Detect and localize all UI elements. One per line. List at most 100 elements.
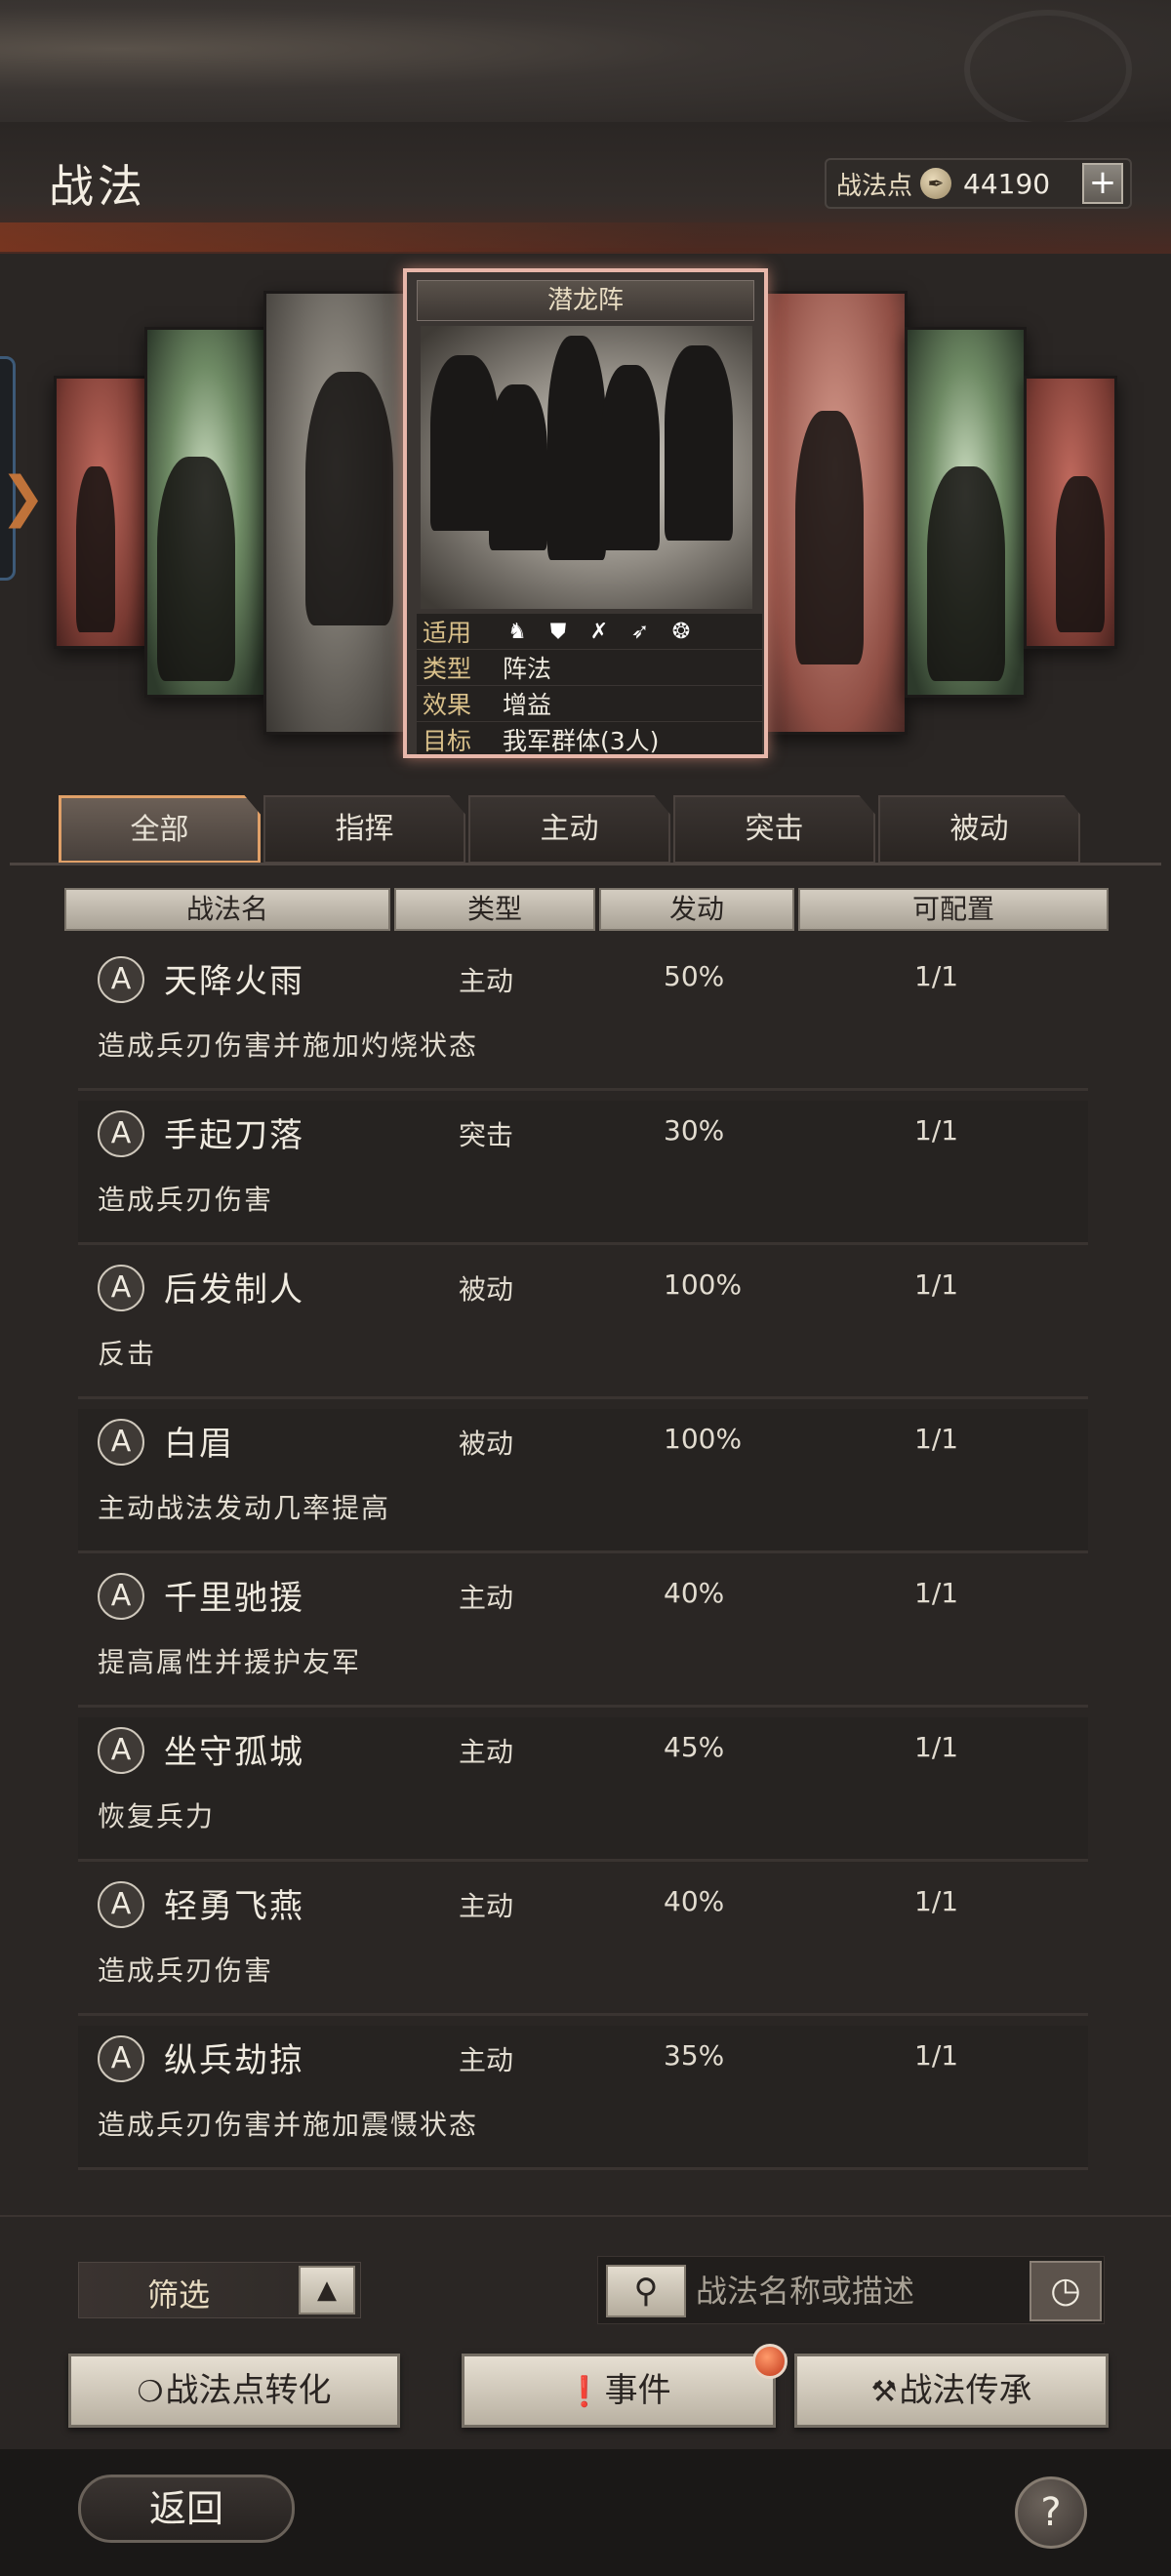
skill-name: 千里驰援 <box>164 1579 304 1618</box>
list-item[interactable]: A 千里驰援 主动 40% 1/1 提高属性并援护友军 <box>78 1563 1088 1708</box>
carousel-card[interactable] <box>763 291 908 735</box>
skill-description: 反击 <box>98 1338 157 1370</box>
skill-config: 1/1 <box>914 1423 959 1455</box>
hammer-icon: ⚒ <box>870 2375 898 2409</box>
featured-card-art <box>421 326 752 609</box>
points-label: 战法点 <box>836 171 913 201</box>
skill-config: 1/1 <box>914 1268 959 1301</box>
skill-config: 1/1 <box>914 2039 959 2072</box>
skill-name: 白眉 <box>164 1425 234 1464</box>
featured-card-title: 潜龙阵 <box>417 280 754 321</box>
add-points-button[interactable]: + <box>1082 163 1124 204</box>
tactic-point-icon: ✒ <box>920 168 952 199</box>
cavalry-icon: ♞ <box>507 619 527 644</box>
convert-points-button[interactable]: ❍战法点转化 <box>68 2354 400 2428</box>
skill-config: 1/1 <box>914 960 959 992</box>
info-row-effect: 效果 增益 <box>417 686 762 721</box>
list-item[interactable]: A 天降火雨 主动 50% 1/1 造成兵刃伤害并施加灼烧状态 <box>78 946 1088 1091</box>
carousel-card[interactable] <box>144 327 266 698</box>
events-button[interactable]: ❗事件 <box>462 2354 776 2428</box>
skill-description: 提高属性并援护友军 <box>98 1646 362 1678</box>
alert-icon: ❗ <box>566 2375 603 2409</box>
skill-type: 被动 <box>459 1428 514 1460</box>
inherit-tactic-label: 战法传承 <box>899 2371 1032 2410</box>
skill-rate: 45% <box>664 1731 725 1763</box>
grade-a-icon: A <box>98 956 144 1003</box>
tactic-list[interactable]: A 天降火雨 主动 50% 1/1 造成兵刃伤害并施加灼烧状态 A 手起刀落 突… <box>0 946 1171 2205</box>
shield-icon: ⛊ <box>549 619 567 644</box>
tab-passive[interactable]: 被动 <box>878 795 1080 864</box>
list-item[interactable]: A 纵兵劫掠 主动 35% 1/1 造成兵刃伤害并施加震慑状态 <box>78 2026 1088 2170</box>
skill-name: 坐守孤城 <box>164 1733 304 1772</box>
events-label: 事件 <box>604 2371 671 2410</box>
tabs-divider <box>10 863 1161 865</box>
featured-tactic-card[interactable]: 潜龙阵 适用 ♞ ⛊ ✗ ➶ ❂ 类型 阵法 效果 增益 目标 我军群体(3人) <box>403 268 768 758</box>
help-button[interactable]: ? <box>1015 2476 1087 2549</box>
info-row-applicable: 适用 ♞ ⛊ ✗ ➶ ❂ <box>417 614 762 649</box>
skill-type: 被动 <box>459 1273 514 1306</box>
bow-icon: ✗ <box>589 619 609 644</box>
skill-description: 造成兵刃伤害 <box>98 1954 274 1987</box>
inherit-tactic-button[interactable]: ⚒战法传承 <box>794 2354 1109 2428</box>
tab-active[interactable]: 主动 <box>468 795 670 864</box>
info-row-type: 类型 阵法 <box>417 650 762 685</box>
unit-icons: ♞ ⛊ ✗ ➶ ❂ <box>495 617 696 646</box>
clock-icon: ◷ <box>1050 2271 1081 2311</box>
skill-type: 突击 <box>459 1119 514 1151</box>
column-header-type[interactable]: 类型 <box>394 888 595 931</box>
carousel-card[interactable] <box>1024 376 1117 649</box>
filter-toggle-button[interactable]: ▲ <box>299 2266 355 2314</box>
notification-dot <box>752 2344 787 2379</box>
skill-config: 1/1 <box>914 1114 959 1147</box>
skill-rate: 35% <box>664 2039 725 2072</box>
featured-card-info: 适用 ♞ ⛊ ✗ ➶ ❂ 类型 阵法 效果 增益 目标 我军群体(3人) <box>417 614 762 755</box>
list-item[interactable]: A 轻勇飞燕 主动 40% 1/1 造成兵刃伤害 <box>78 1872 1088 2016</box>
list-item[interactable]: A 坐守孤城 主动 45% 1/1 恢复兵力 <box>78 1717 1088 1862</box>
tab-assault[interactable]: 突击 <box>673 795 875 864</box>
filter-control[interactable]: 筛选 ▲ <box>78 2262 361 2318</box>
search-bar: ⚲ ◷ <box>597 2256 1105 2324</box>
column-header-name[interactable]: 战法名 <box>64 888 390 931</box>
info-key: 效果 <box>423 691 472 719</box>
carousel-card[interactable] <box>54 376 147 649</box>
page-title: 战法 <box>49 160 146 213</box>
tab-command[interactable]: 指挥 <box>263 795 465 864</box>
column-headers: 战法名 类型 发动 可配置 <box>64 888 1109 933</box>
carousel-card[interactable] <box>263 291 408 735</box>
header-glow <box>0 222 1171 252</box>
skill-description: 造成兵刃伤害并施加震慑状态 <box>98 2109 479 2141</box>
skill-type: 主动 <box>459 1736 514 1768</box>
skill-type: 主动 <box>459 2044 514 2076</box>
carousel-card[interactable] <box>905 327 1027 698</box>
filter-label: 筛选 <box>147 2276 211 2314</box>
list-item[interactable]: A 手起刀落 突击 30% 1/1 造成兵刃伤害 <box>78 1101 1088 1245</box>
skill-rate: 100% <box>664 1423 743 1455</box>
top-decoration <box>0 0 1171 129</box>
list-item[interactable]: A 后发制人 被动 100% 1/1 反击 <box>78 1255 1088 1399</box>
tab-all[interactable]: 全部 <box>59 795 261 864</box>
side-arrow-icon[interactable]: ❯ <box>0 459 46 537</box>
grade-a-icon: A <box>98 1265 144 1311</box>
search-button[interactable]: ⚲ <box>606 2265 686 2317</box>
search-input[interactable] <box>696 2265 1018 2317</box>
list-item[interactable]: A 白眉 被动 100% 1/1 主动战法发动几率提高 <box>78 1409 1088 1553</box>
info-value: 我军群体(3人) <box>503 727 660 755</box>
category-tabs: 全部 指挥 主动 突击 被动 <box>59 795 1132 864</box>
info-key: 适用 <box>423 619 472 647</box>
back-button[interactable]: 返回 <box>78 2475 295 2543</box>
column-header-rate[interactable]: 发动 <box>599 888 794 931</box>
skill-description: 主动战法发动几率提高 <box>98 1492 391 1524</box>
grade-a-icon: A <box>98 1727 144 1774</box>
grade-a-icon: A <box>98 2035 144 2082</box>
column-header-config[interactable]: 可配置 <box>798 888 1109 931</box>
grade-a-icon: A <box>98 1110 144 1157</box>
points-value: 44190 <box>963 167 1051 200</box>
info-key: 类型 <box>423 655 472 683</box>
skill-description: 造成兵刃伤害 <box>98 1184 274 1216</box>
skill-type: 主动 <box>459 1582 514 1614</box>
skill-rate: 30% <box>664 1114 725 1147</box>
skill-name: 纵兵劫掠 <box>164 2041 304 2080</box>
grade-a-icon: A <box>98 1419 144 1466</box>
search-icon: ⚲ <box>633 2272 659 2311</box>
history-button[interactable]: ◷ <box>1030 2261 1102 2321</box>
